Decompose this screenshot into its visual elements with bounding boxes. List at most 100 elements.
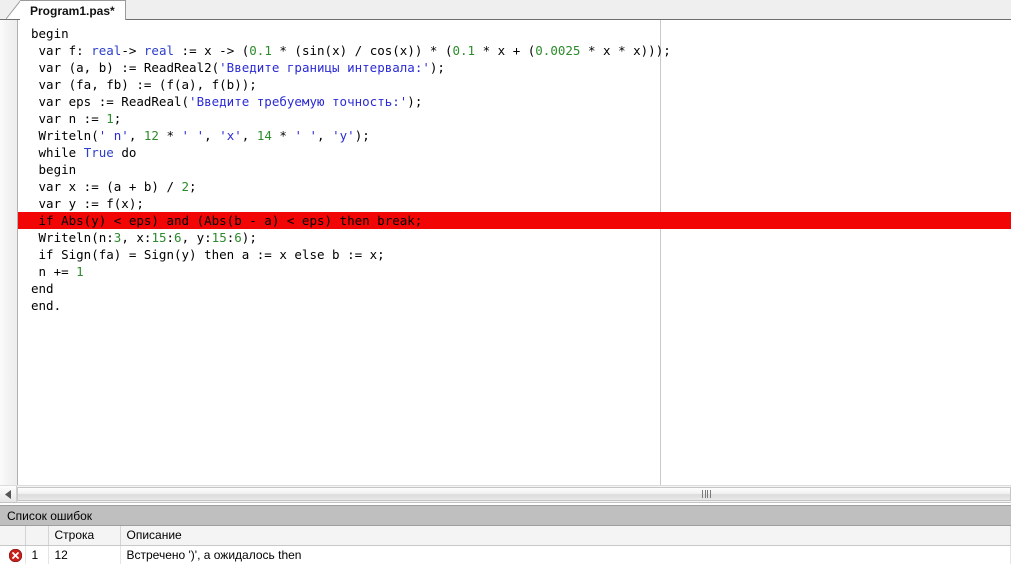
editor-gutter[interactable] bbox=[0, 20, 18, 485]
code-token: var x := (a + b) / bbox=[31, 179, 182, 194]
code-token: 0.1 bbox=[452, 43, 476, 58]
code-token: , y: bbox=[181, 230, 212, 245]
scrollbar-track[interactable] bbox=[17, 486, 1011, 502]
code-token: 6 bbox=[234, 230, 242, 245]
code-line[interactable]: end bbox=[18, 280, 1011, 297]
code-token: end bbox=[31, 281, 54, 296]
code-token: var y := f(x); bbox=[31, 196, 144, 211]
code-token: 'y' bbox=[332, 128, 355, 143]
code-text-area[interactable]: begin var f: real-> real := x -> (0.1 * … bbox=[18, 20, 1011, 485]
code-token: var eps := ReadReal( bbox=[31, 94, 190, 109]
code-token: * x * x))); bbox=[580, 43, 671, 58]
code-token: * bbox=[271, 128, 295, 143]
code-line[interactable]: var f: real-> real := x -> (0.1 * (sin(x… bbox=[18, 42, 1011, 59]
code-token: ' n' bbox=[98, 128, 129, 143]
code-token: : bbox=[166, 230, 175, 245]
code-line[interactable]: var y := f(x); bbox=[18, 195, 1011, 212]
code-token: , x: bbox=[121, 230, 152, 245]
error-icon-cell bbox=[0, 545, 26, 564]
code-token: begin bbox=[31, 162, 77, 177]
code-token: ); bbox=[241, 230, 257, 245]
error-col-description[interactable]: Описание bbox=[120, 526, 1011, 546]
code-token: * bbox=[158, 128, 182, 143]
code-token: var n := bbox=[31, 111, 107, 126]
code-token: 2 bbox=[181, 179, 190, 194]
code-token: real bbox=[91, 43, 122, 58]
error-col-icon[interactable] bbox=[0, 526, 26, 546]
code-token: 12 bbox=[143, 128, 159, 143]
code-token: var (fa, fb) := (f(a), f(b)); bbox=[31, 77, 257, 92]
code-line[interactable]: begin bbox=[18, 161, 1011, 178]
code-token: ; bbox=[113, 111, 122, 126]
code-token: , bbox=[204, 128, 220, 143]
code-line[interactable]: Writeln(' n', 12 * ' ', 'x', 14 * ' ', '… bbox=[18, 127, 1011, 144]
error-col-line[interactable]: Строка bbox=[48, 526, 121, 546]
code-line[interactable]: var n := 1; bbox=[18, 110, 1011, 127]
code-token: := x -> ( bbox=[174, 43, 250, 58]
tab-label: Program1.pas* bbox=[30, 3, 115, 18]
code-line[interactable]: begin bbox=[18, 25, 1011, 42]
gutter-surface bbox=[0, 20, 17, 485]
code-token: 'Введите границы интервала:' bbox=[219, 60, 430, 75]
code-line[interactable]: end. bbox=[18, 297, 1011, 314]
error-table-header-row: Строка Описание bbox=[0, 526, 1011, 546]
code-token: 14 bbox=[256, 128, 272, 143]
code-line[interactable]: while True do bbox=[18, 144, 1011, 161]
scroll-left-arrow-icon[interactable] bbox=[0, 486, 17, 502]
code-line[interactable]: Writeln(n:3, x:15:6, y:15:6); bbox=[18, 229, 1011, 246]
code-lines[interactable]: begin var f: real-> real := x -> (0.1 * … bbox=[18, 20, 1011, 314]
error-row-line: 12 bbox=[48, 545, 121, 564]
code-token: begin bbox=[31, 26, 69, 41]
code-token: 6 bbox=[174, 230, 182, 245]
code-token: if Abs(y) < eps) and (Abs(b - a) < eps) … bbox=[31, 213, 423, 228]
code-token: , bbox=[128, 128, 144, 143]
code-token: 'Введите требуемую точность:' bbox=[189, 94, 408, 109]
scrollbar-thumb[interactable] bbox=[17, 487, 1011, 501]
code-editor: begin var f: real-> real := x -> (0.1 * … bbox=[0, 20, 1011, 485]
code-line[interactable]: var eps := ReadReal('Введите требуемую т… bbox=[18, 93, 1011, 110]
code-token: while bbox=[31, 145, 84, 160]
code-token: var f: bbox=[31, 43, 92, 58]
code-token: ); bbox=[354, 128, 370, 143]
editor-horizontal-scrollbar[interactable] bbox=[0, 485, 1011, 502]
code-token: 15 bbox=[151, 230, 167, 245]
error-list-table: Строка Описание 1 12 Встречено ')', а ож… bbox=[0, 526, 1011, 564]
code-token: True bbox=[83, 145, 114, 160]
code-line[interactable]: var (a, b) := ReadReal2('Введите границы… bbox=[18, 59, 1011, 76]
error-col-number[interactable] bbox=[25, 526, 49, 546]
code-token: 1 bbox=[106, 111, 114, 126]
code-token: real bbox=[143, 43, 175, 58]
code-token: ; bbox=[189, 179, 197, 194]
code-token: 0.1 bbox=[249, 43, 272, 58]
code-token: Writeln( bbox=[31, 128, 99, 143]
code-line-error[interactable]: if Abs(y) < eps) and (Abs(b - a) < eps) … bbox=[18, 212, 1011, 229]
code-line[interactable]: if Sign(fa) = Sign(y) then a := x else b… bbox=[18, 246, 1011, 263]
error-row-number: 1 bbox=[25, 545, 49, 564]
code-token: 15 bbox=[211, 230, 227, 245]
tab-program1-pas[interactable]: Program1.pas* bbox=[20, 0, 126, 20]
code-token: * x + ( bbox=[475, 43, 536, 58]
code-token: * (sin(x) / cos(x)) * ( bbox=[271, 43, 453, 58]
error-icon bbox=[8, 548, 22, 563]
code-line[interactable]: n += 1 bbox=[18, 263, 1011, 280]
code-token: 0.0025 bbox=[535, 43, 581, 58]
code-token: ); bbox=[429, 60, 445, 75]
pascalabc-ide-window: Program1.pas* begin var f: real-> real :… bbox=[0, 0, 1011, 564]
error-list-title: Список ошибок bbox=[0, 506, 1011, 526]
code-token: 1 bbox=[76, 264, 84, 279]
code-token: ' ' bbox=[294, 128, 318, 143]
code-token: n += bbox=[31, 264, 77, 279]
editor-tab-strip: Program1.pas* bbox=[0, 0, 1011, 21]
code-token: ); bbox=[407, 94, 423, 109]
code-token: , bbox=[317, 128, 333, 143]
code-token: var (a, b) := ReadReal2( bbox=[31, 60, 220, 75]
code-token: , bbox=[241, 128, 257, 143]
table-row[interactable]: 1 12 Встречено ')', а ожидалось then bbox=[0, 545, 1011, 564]
code-line[interactable]: var (fa, fb) := (f(a), f(b)); bbox=[18, 76, 1011, 93]
code-line[interactable]: var x := (a + b) / 2; bbox=[18, 178, 1011, 195]
code-token: ' ' bbox=[181, 128, 205, 143]
error-row-description: Встречено ')', а ожидалось then bbox=[120, 545, 1011, 564]
code-token: end. bbox=[31, 298, 62, 313]
code-token: -> bbox=[121, 43, 144, 58]
code-token: 'x' bbox=[219, 128, 242, 143]
